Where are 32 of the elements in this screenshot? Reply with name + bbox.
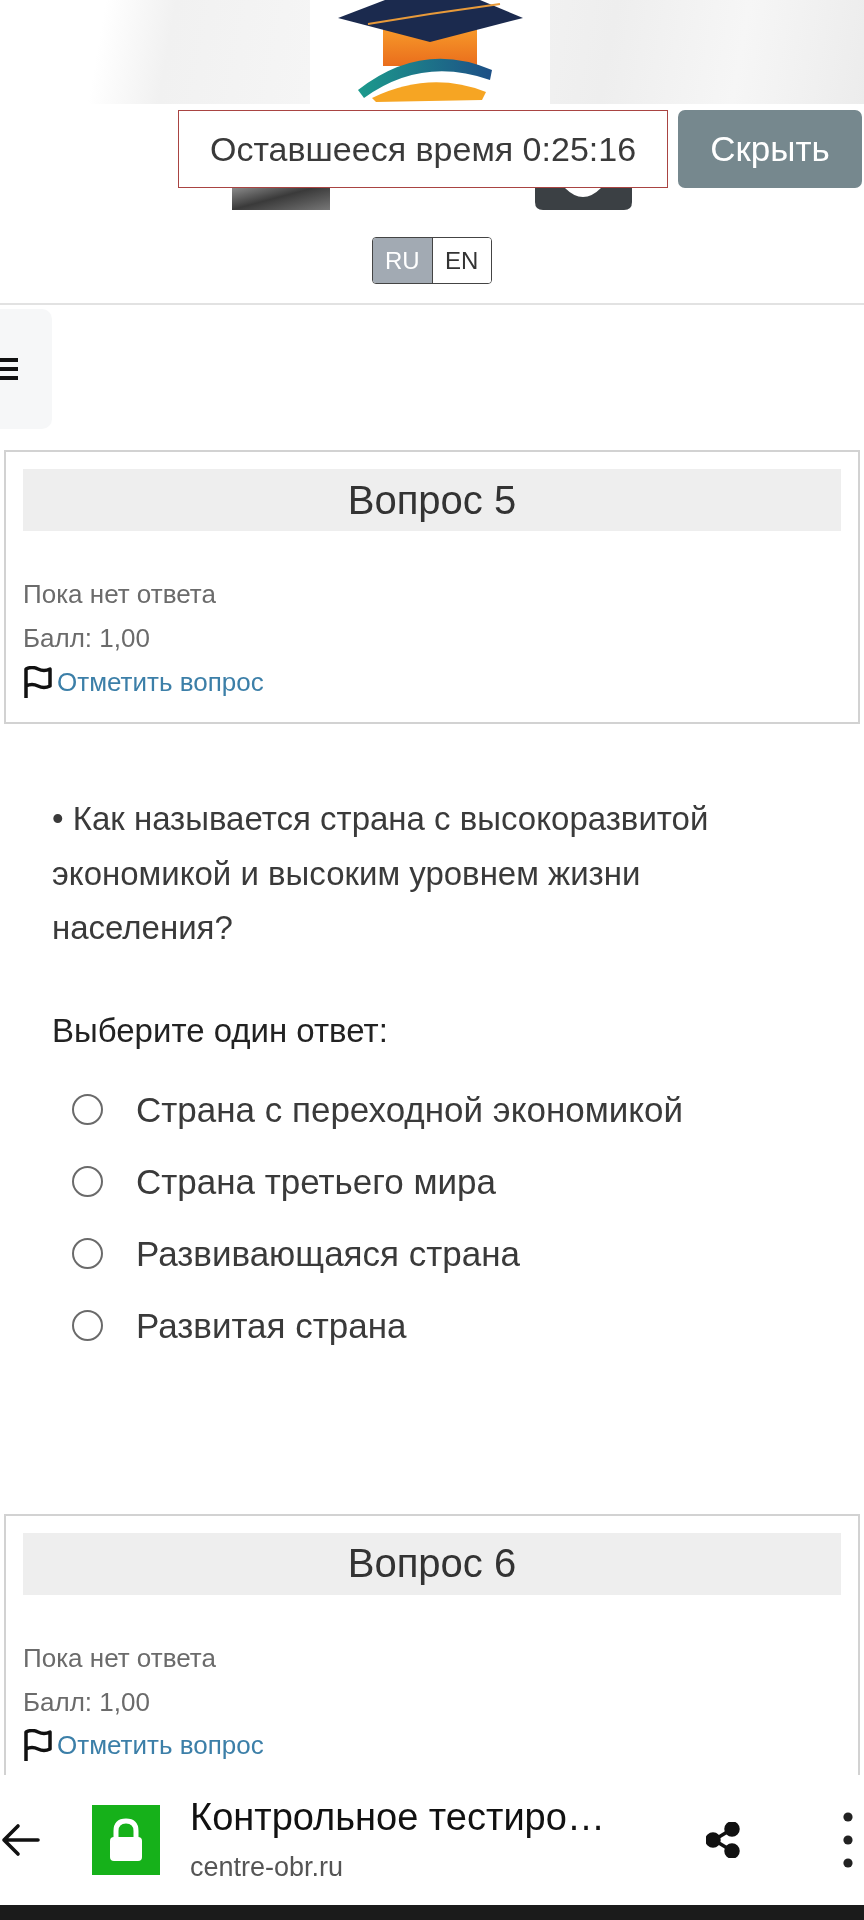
flag-icon	[23, 665, 53, 699]
back-arrow-icon[interactable]	[0, 1823, 40, 1857]
answer-status: Пока нет ответа	[23, 578, 216, 611]
score-text: Балл: 1,00	[23, 622, 150, 655]
flag-question-link[interactable]: Отметить вопрос	[57, 1730, 264, 1761]
time-remaining: Оставшееся время 0:25:16	[178, 110, 668, 188]
hide-button[interactable]: Скрыть	[678, 110, 862, 188]
option-label[interactable]: Страна третьего мира	[136, 1161, 496, 1202]
answer-status: Пока нет ответа	[23, 1641, 216, 1675]
more-options-icon[interactable]	[843, 1812, 853, 1868]
menu-button[interactable]	[0, 309, 52, 429]
question-title: Вопрос 5	[23, 469, 841, 531]
answer-prompt: Выберите один ответ:	[52, 1010, 388, 1051]
dark-tile-icon	[535, 188, 632, 210]
language-button[interactable]: EN	[431, 238, 491, 283]
radio-button[interactable]	[72, 1094, 103, 1125]
radio-button[interactable]	[72, 1310, 103, 1341]
question-title: Вопрос 6	[23, 1532, 841, 1595]
option-label[interactable]: Развивающаяся страна	[136, 1233, 520, 1274]
flag-icon	[23, 1729, 53, 1762]
question-text: • Как называется страна с высокоразвитой экономикой и высоким уровнем жизни населения?	[52, 799, 710, 948]
share-icon[interactable]	[706, 1822, 740, 1858]
lock-icon[interactable]	[92, 1805, 160, 1875]
option-label[interactable]: Развитая страна	[136, 1305, 407, 1346]
radio-button[interactable]	[72, 1238, 103, 1269]
menu-icon	[0, 358, 18, 380]
page-title[interactable]: Контрольное тестиро…	[190, 1794, 605, 1840]
option-label[interactable]: Страна с переходной экономикой	[136, 1089, 683, 1130]
radio-button[interactable]	[72, 1166, 103, 1197]
score-text: Балл: 1,00	[23, 1685, 150, 1719]
page-url[interactable]: centre-obr.ru	[190, 1848, 344, 1886]
flag-question-link[interactable]: Отметить вопрос	[57, 666, 264, 698]
